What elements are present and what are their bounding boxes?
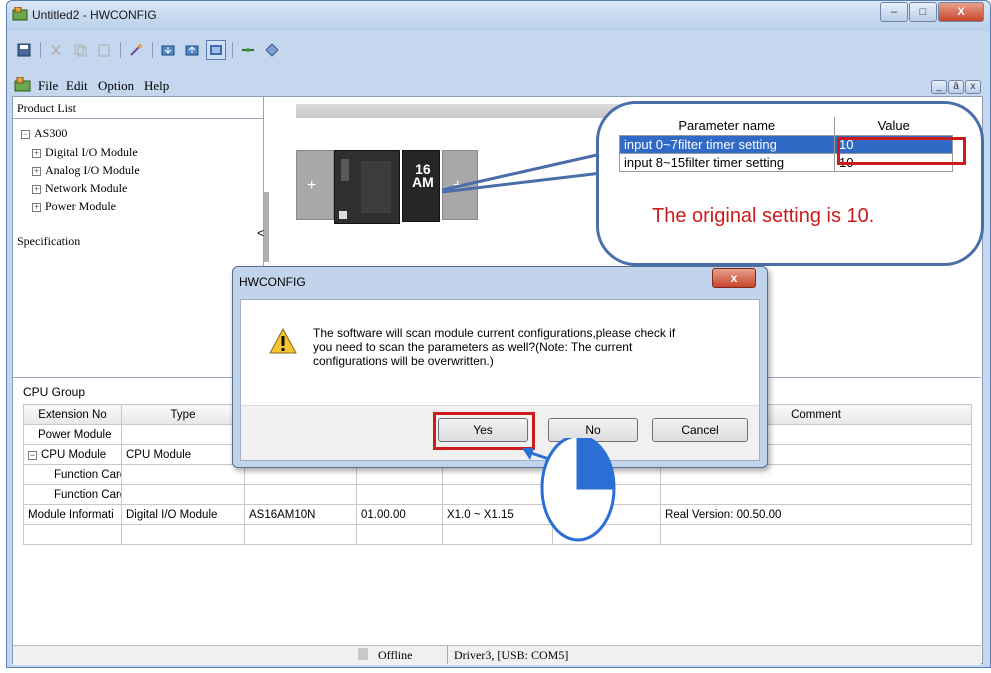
menu-help[interactable]: Help <box>144 78 169 94</box>
table-row[interactable]: Module Informati Digital I/O Module AS16AM… <box>23 504 972 525</box>
value-highlight <box>837 137 966 165</box>
status-driver: Driver3, [USB: COM5] <box>454 648 569 662</box>
tree-item-power[interactable]: + Power Module <box>32 199 116 214</box>
param-name-header: Parameter name <box>619 117 835 136</box>
scan-icon[interactable] <box>206 40 226 60</box>
maximize-button[interactable]: □ <box>909 2 937 22</box>
window-title: Untitled2 - HWCONFIG <box>32 8 157 22</box>
callout-note: The original setting is 10. <box>652 205 875 227</box>
menu-edit[interactable]: Edit <box>66 78 88 94</box>
app-icon <box>12 7 28 21</box>
mdi-close-button[interactable]: x <box>965 80 981 94</box>
tree-root[interactable]: − AS300 <box>21 126 67 141</box>
collapse-icon[interactable]: − <box>21 130 30 139</box>
product-list-title: Product List <box>17 101 76 115</box>
collapse-panel-icon[interactable]: < <box>257 226 264 240</box>
warning-icon <box>269 327 297 354</box>
rack-slot-left[interactable]: + <box>296 150 334 220</box>
param-value-header: Value <box>834 117 953 136</box>
panel-splitter[interactable] <box>264 192 269 262</box>
menu-option[interactable]: Option <box>98 78 134 94</box>
toolbar <box>12 38 982 64</box>
cut-icon[interactable] <box>46 40 66 60</box>
column-header[interactable]: Extension No <box>23 404 122 425</box>
download-icon[interactable] <box>158 40 178 60</box>
minimize-button[interactable]: – <box>880 2 908 22</box>
expand-icon[interactable]: + <box>32 185 41 194</box>
connect-icon[interactable] <box>238 40 258 60</box>
expand-icon[interactable]: + <box>32 203 41 212</box>
mouse-click-icon <box>522 438 616 542</box>
table-row[interactable]: Function Card <box>23 484 972 505</box>
upload-icon[interactable] <box>182 40 202 60</box>
dialog-title: HWCONFIG <box>239 275 306 289</box>
cpu-module-card[interactable] <box>334 150 400 224</box>
paste-icon[interactable] <box>94 40 114 60</box>
param-row-name[interactable]: input 8~15filter timer setting <box>619 152 835 172</box>
expand-icon[interactable]: + <box>32 149 41 158</box>
diamond-icon[interactable] <box>262 40 282 60</box>
table-row[interactable] <box>23 524 972 545</box>
status-indicator-icon <box>358 648 368 660</box>
close-button[interactable]: X <box>938 2 984 22</box>
cancel-button[interactable]: Cancel <box>652 418 748 442</box>
copy-icon[interactable] <box>70 40 90 60</box>
param-row-name[interactable]: input 0~7filter timer setting <box>619 134 835 154</box>
menu-file[interactable]: File <box>38 78 58 94</box>
column-header[interactable]: Type <box>121 404 245 425</box>
wand-icon[interactable] <box>126 40 146 60</box>
mdi-minimize-button[interactable]: _ <box>931 80 947 94</box>
collapse-icon[interactable]: − <box>28 450 37 460</box>
dialog-message: The software will scan module current co… <box>313 326 676 368</box>
specification-label: Specification <box>17 234 81 248</box>
tree-item-analog-io[interactable]: + Analog I/O Module <box>32 163 140 178</box>
tree-item-digital-io[interactable]: + Digital I/O Module <box>32 145 138 160</box>
tree-item-network[interactable]: + Network Module <box>32 181 127 196</box>
dialog-close-button[interactable]: x <box>712 268 756 288</box>
status-offline: Offline <box>378 648 413 662</box>
mdi-restore-button[interactable]: ā <box>948 80 964 94</box>
save-icon[interactable] <box>14 40 34 60</box>
document-icon <box>14 77 31 92</box>
am-module-card[interactable]: 16 AM <box>402 150 440 222</box>
expand-icon[interactable]: + <box>32 167 41 176</box>
cpu-group-title: CPU Group <box>23 385 86 399</box>
